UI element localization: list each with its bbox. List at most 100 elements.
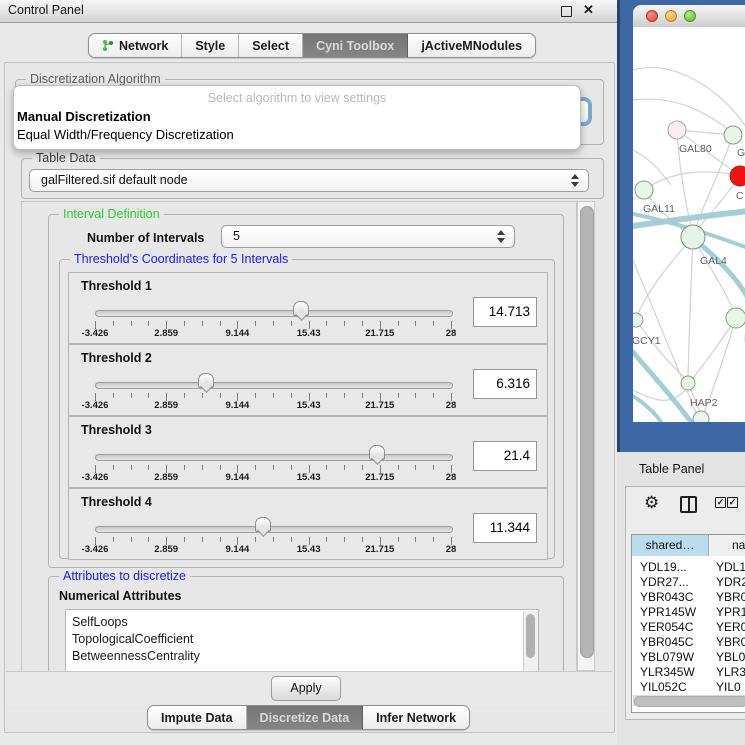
threshold-slider[interactable]: -3.4262.8599.14415.4321.71528 [95, 273, 451, 343]
network-node-hap2[interactable] [681, 376, 695, 390]
tab-select[interactable]: Select [239, 34, 303, 57]
table-cell-shared-name[interactable]: YDL19... [640, 560, 687, 574]
tab-impute-data[interactable]: Impute Data [148, 706, 247, 729]
settings-scrollbar[interactable] [577, 201, 595, 671]
threshold-value-field[interactable]: 11.344 [473, 513, 537, 543]
checkbox-icon[interactable]: ✓ [715, 497, 726, 508]
network-node-gal4[interactable] [681, 225, 705, 249]
table-cell-name[interactable]: YLR3 [716, 665, 745, 679]
table-data-combo[interactable]: galFiltered.sif default node [29, 169, 589, 192]
slider-tick [131, 393, 132, 398]
table-cell-name[interactable]: YBL0 [716, 650, 745, 664]
tab-cyni-toolbox[interactable]: Cyni Toolbox [303, 34, 408, 57]
slider-track[interactable] [95, 526, 453, 533]
number-of-intervals-combo[interactable]: 5 [221, 225, 515, 248]
table-cell-name[interactable]: YPR1 [716, 605, 745, 619]
table-cell-shared-name[interactable]: YLR345W [640, 665, 695, 679]
slider-tick [291, 321, 292, 326]
slider-tick [291, 537, 292, 542]
threshold-row: Threshold 3-3.4262.8599.14415.4321.71528… [68, 416, 548, 488]
settings-scrollbar-thumb[interactable] [580, 206, 594, 658]
network-edge[interactable] [693, 237, 734, 312]
close-icon[interactable]: ✕ [583, 2, 594, 18]
column-header-shared-name[interactable]: shared… [632, 535, 709, 556]
threshold-slider[interactable]: -3.4262.8599.14415.4321.71528 [95, 489, 451, 559]
attributes-scrollbar[interactable] [523, 611, 538, 673]
table-cell-shared-name[interactable]: YDR27... [640, 575, 689, 589]
tab-network[interactable]: Network [89, 34, 182, 57]
network-edge[interactable] [633, 388, 687, 400]
slider-thumb[interactable] [293, 301, 309, 316]
attribute-item[interactable]: BetweennessCentrality [72, 649, 200, 663]
apply-button[interactable]: Apply [271, 676, 341, 701]
network-edge[interactable] [633, 150, 671, 185]
checkbox-icon[interactable]: ✓ [727, 497, 738, 508]
tab-jactivemnodules[interactable]: jActiveMNodules [408, 34, 535, 57]
attribute-item[interactable]: SelfLoops [72, 615, 128, 629]
column-layout-icon[interactable] [680, 496, 697, 513]
table-cell-shared-name[interactable]: YBL079W [640, 650, 694, 664]
threshold-value-field[interactable]: 6.316 [473, 369, 537, 399]
table-cell-name[interactable]: YIL0 [716, 680, 741, 694]
tab-discretize-data[interactable]: Discretize Data [247, 706, 364, 729]
slider-track[interactable] [95, 382, 453, 389]
numerical-attributes-list[interactable]: SelfLoops TopologicalCoefficient Betweenne… [65, 609, 539, 673]
threshold-slider[interactable]: -3.4262.8599.14415.4321.71528 [95, 345, 451, 415]
table-hscrollbar[interactable] [633, 695, 745, 706]
table-cell-name[interactable]: YER0 [716, 620, 745, 634]
threshold-value-field[interactable]: 14.713 [473, 297, 537, 327]
network-edge[interactable] [695, 176, 740, 232]
float-window-icon[interactable] [561, 6, 572, 17]
slider-track[interactable] [95, 310, 453, 317]
table-cell-name[interactable]: YBR0 [716, 635, 745, 649]
table-cell-shared-name[interactable]: YPR145W [640, 605, 696, 619]
network-canvas[interactable]: GAL80GACGAL11GAL4GCY1HHAP2 [633, 27, 745, 422]
network-edge[interactable] [637, 237, 693, 316]
threshold-rows: Threshold 1-3.4262.8599.14415.4321.71528… [60, 260, 554, 558]
algorithm-option-equal-width[interactable]: Equal Width/Frequency Discretization [17, 127, 577, 142]
settings-gear-icon[interactable]: ⚙ [644, 494, 659, 511]
slider-tick-label: 15.43 [279, 328, 339, 339]
slider-tick-label: -3.426 [65, 472, 125, 483]
algorithm-option-manual[interactable]: Manual Discretization [17, 109, 577, 124]
network-edge-highlighted[interactable] [695, 240, 745, 298]
threshold-slider[interactable]: -3.4262.8599.14415.4321.71528 [95, 417, 451, 487]
network-node-label: GCY1 [633, 335, 661, 347]
tab-infer-network[interactable]: Infer Network [363, 706, 469, 729]
table-cell-name[interactable]: YBR0 [716, 590, 745, 604]
slider-thumb[interactable] [369, 445, 385, 460]
close-traffic-light-icon[interactable] [646, 10, 658, 22]
network-node-gal11[interactable] [635, 181, 653, 199]
attribute-item[interactable]: TopologicalCoefficient [72, 632, 193, 646]
table-cell-shared-name[interactable]: YER054C [640, 620, 693, 634]
table-cell-shared-name[interactable]: YIL052C [640, 680, 687, 694]
slider-thumb[interactable] [255, 517, 271, 532]
network-node[interactable] [693, 411, 709, 422]
table-cell-shared-name[interactable]: YBR045C [640, 635, 693, 649]
network-node-gcy1[interactable] [633, 313, 643, 327]
table-cell-shared-name[interactable]: YBR043C [640, 590, 693, 604]
zoom-traffic-light-icon[interactable] [684, 10, 696, 22]
network-node-c[interactable] [730, 166, 745, 186]
discretization-algorithm-group-title: Discretization Algorithm [26, 72, 165, 86]
slider-thumb[interactable] [198, 373, 214, 388]
network-node-ga[interactable] [724, 126, 742, 144]
slider-track[interactable] [95, 454, 453, 461]
column-header-name[interactable]: na [710, 535, 745, 556]
table-cell-name[interactable]: YDL1 [716, 560, 745, 574]
minimize-traffic-light-icon[interactable] [665, 10, 677, 22]
network-node-h[interactable] [726, 308, 745, 328]
tab-style[interactable]: Style [182, 34, 239, 57]
network-node-gal80[interactable] [668, 121, 686, 139]
slider-tick [148, 465, 149, 470]
attributes-scrollbar-thumb[interactable] [526, 614, 535, 658]
table-hscrollbar-thumb[interactable] [634, 696, 745, 707]
threshold-value-field[interactable]: 21.4 [473, 441, 537, 471]
slider-tick [362, 537, 363, 542]
table-cell-name[interactable]: YDR2 [716, 575, 745, 589]
interval-definition-title: Interval Definition [59, 207, 164, 221]
tab-label: Network [119, 39, 168, 53]
network-edge[interactable] [693, 318, 736, 378]
network-edge[interactable] [688, 237, 693, 378]
slider-tick [184, 321, 185, 326]
